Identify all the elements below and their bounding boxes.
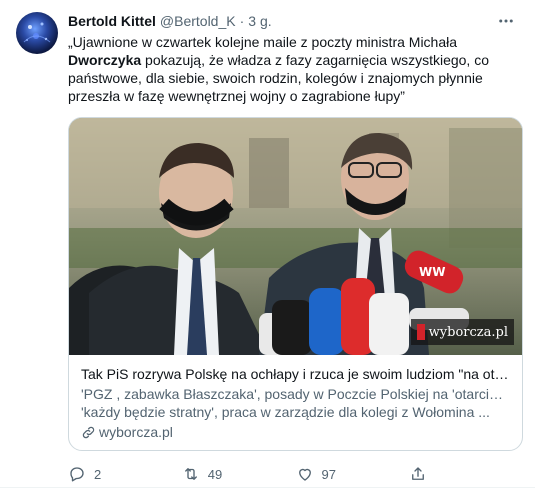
avatar-image bbox=[23, 22, 51, 43]
tweet-time[interactable]: 3 g. bbox=[248, 12, 271, 30]
link-icon bbox=[82, 426, 95, 438]
share-icon bbox=[412, 467, 425, 480]
reply-icon bbox=[70, 467, 84, 482]
tweet-text-bold: Dworczyka bbox=[68, 52, 142, 68]
tweet-text-part1: „Ujawnione w czwartek kolejne maile z po… bbox=[68, 34, 458, 50]
author-handle[interactable]: @Bertold_K bbox=[160, 12, 236, 30]
watermark-logo-icon bbox=[416, 324, 425, 340]
card-image[interactable]: WW wyborcza.pl bbox=[69, 118, 522, 355]
retweet-icon bbox=[184, 468, 197, 480]
more-icon[interactable] bbox=[493, 8, 519, 34]
card-domain[interactable]: wyborcza.pl bbox=[81, 423, 510, 441]
avatar[interactable] bbox=[16, 12, 58, 54]
like-count: 97 bbox=[321, 466, 336, 482]
watermark-text: wyborcza.pl bbox=[428, 324, 508, 340]
reply-count: 2 bbox=[94, 466, 102, 482]
card-description-line1: 'PGZ , zabawka Błaszczaka', posady w Poc… bbox=[81, 386, 510, 402]
card-description-line2: 'każdy będzie stratny', praca w zarządzi… bbox=[81, 404, 490, 420]
tweet-content: Bertold Kittel @Bertold_K · 3 g. „Ujawni… bbox=[68, 12, 523, 483]
tweet-actions: 2 49 97 bbox=[68, 465, 523, 483]
tweet[interactable]: Bertold Kittel @Bertold_K · 3 g. „Ujawni… bbox=[0, 0, 535, 488]
reply-button[interactable]: 2 bbox=[68, 465, 182, 483]
separator-dot: · bbox=[239, 13, 245, 29]
share-button[interactable] bbox=[409, 465, 523, 483]
card-domain-text: wyborcza.pl bbox=[99, 424, 173, 440]
link-card[interactable]: WW wyborcza.pl Tak PiS rozrywa Polskę na… bbox=[68, 117, 523, 451]
like-button[interactable]: 97 bbox=[296, 465, 410, 483]
watermark: wyborcza.pl bbox=[410, 319, 514, 345]
mic-label: WW bbox=[419, 265, 445, 279]
tweet-text: „Ujawnione w czwartek kolejne maile z po… bbox=[68, 33, 519, 105]
card-title[interactable]: Tak PiS rozrywa Polskę na ochłapy i rzuc… bbox=[81, 365, 510, 383]
like-icon bbox=[298, 468, 311, 481]
tweet-header: Bertold Kittel @Bertold_K · 3 g. bbox=[68, 12, 519, 30]
card-description: 'PGZ , zabawka Błaszczaka', posady w Poc… bbox=[81, 385, 510, 421]
retweet-button[interactable]: 49 bbox=[182, 465, 296, 483]
card-body[interactable]: Tak PiS rozrywa Polskę na ochłapy i rzuc… bbox=[69, 355, 522, 450]
retweet-count: 49 bbox=[207, 466, 223, 482]
author-name[interactable]: Bertold Kittel bbox=[68, 12, 156, 30]
